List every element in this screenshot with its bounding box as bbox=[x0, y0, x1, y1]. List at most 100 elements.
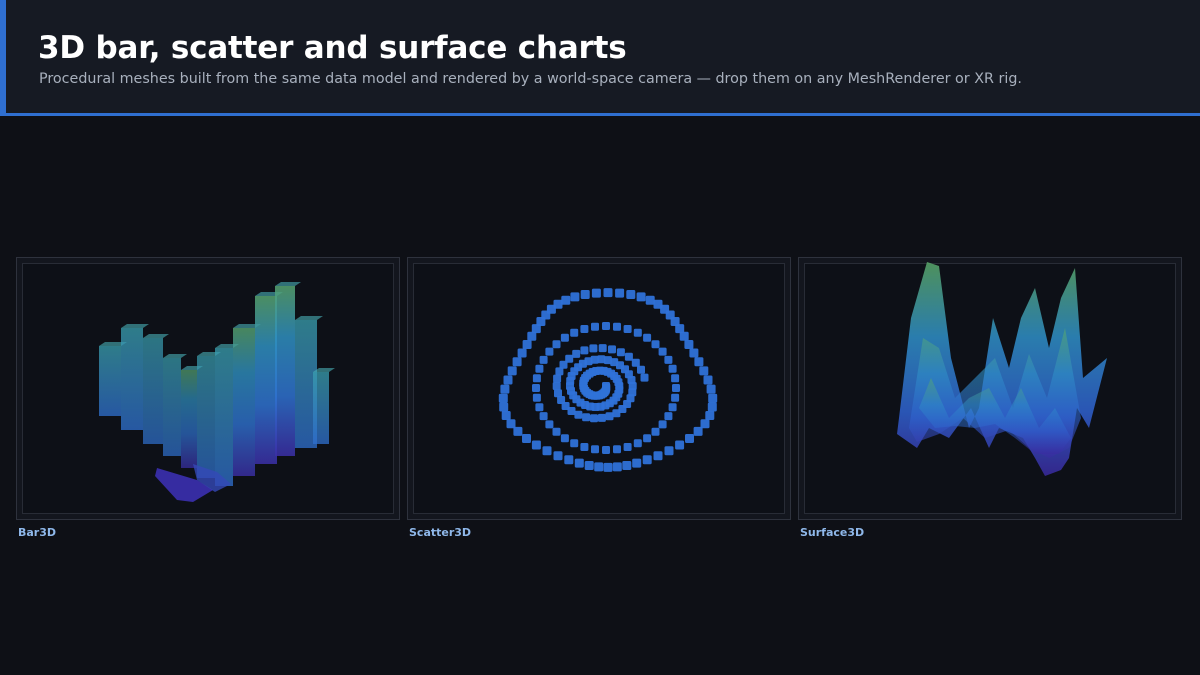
scatter-point bbox=[527, 331, 537, 341]
scatter-point bbox=[706, 384, 716, 394]
scatter-point bbox=[554, 389, 562, 398]
scatter-point bbox=[624, 352, 633, 361]
scatter-point bbox=[705, 411, 715, 420]
surface3d-panel[interactable] bbox=[798, 257, 1182, 520]
scatter-point bbox=[640, 373, 649, 382]
scatter-point bbox=[590, 414, 598, 423]
bar3d-panel[interactable] bbox=[16, 257, 400, 520]
bar-mark bbox=[197, 356, 215, 478]
scatter-point bbox=[580, 290, 590, 299]
scatter-point bbox=[633, 328, 642, 337]
scatter-point bbox=[675, 440, 685, 450]
scatter-point bbox=[699, 366, 709, 376]
scatter-point bbox=[539, 412, 548, 421]
scatter-point bbox=[591, 322, 599, 331]
scatter-point bbox=[693, 426, 703, 436]
bar-mark bbox=[181, 370, 197, 468]
scatter-point bbox=[636, 292, 646, 302]
scatter3d-render bbox=[498, 288, 718, 472]
scatter-point bbox=[613, 322, 621, 331]
scatter-point bbox=[684, 340, 694, 349]
scatter-point bbox=[694, 357, 704, 367]
scatter-point bbox=[616, 348, 625, 357]
bar-top bbox=[295, 316, 323, 320]
bar-mark bbox=[99, 346, 121, 416]
scatter-point bbox=[689, 348, 699, 358]
scatter-point bbox=[643, 434, 652, 443]
scatter-point bbox=[570, 328, 579, 337]
scatter-point bbox=[708, 393, 718, 403]
scatter-point bbox=[580, 325, 589, 333]
scatter-point bbox=[608, 345, 616, 354]
scatter-point bbox=[552, 340, 561, 349]
scatter-point bbox=[658, 347, 667, 356]
bar-top bbox=[143, 334, 169, 338]
bar-mark bbox=[233, 328, 255, 476]
accent-bar bbox=[0, 0, 6, 116]
scatter-point bbox=[594, 462, 604, 472]
scatter-point bbox=[642, 455, 652, 465]
scatter-point bbox=[675, 324, 685, 334]
scatter-point bbox=[570, 439, 579, 448]
scatter3d-panel[interactable] bbox=[407, 257, 791, 520]
scatter-point bbox=[535, 403, 544, 412]
surface3d-render bbox=[897, 262, 1107, 476]
scatter-point bbox=[679, 331, 689, 341]
bar-mark bbox=[255, 296, 277, 464]
scatter-point bbox=[498, 393, 508, 403]
bar-mark bbox=[215, 348, 233, 486]
scatter-point bbox=[570, 292, 580, 302]
scatter-point bbox=[703, 375, 713, 385]
bar-mark bbox=[163, 358, 181, 456]
scatter-point bbox=[668, 403, 677, 412]
scatter-point bbox=[552, 382, 561, 390]
scatter-point bbox=[560, 333, 569, 342]
scatter-point bbox=[603, 462, 613, 472]
scatter-point bbox=[626, 290, 636, 299]
scatter-point bbox=[580, 346, 589, 355]
scatter-point bbox=[605, 412, 614, 421]
scatter-point bbox=[512, 357, 522, 367]
scatter-point bbox=[591, 445, 599, 454]
scatter-point bbox=[645, 295, 655, 305]
header: 3D bar, scatter and surface charts Proce… bbox=[0, 0, 1200, 116]
bar3d-caption: Bar3D bbox=[18, 526, 57, 539]
scatter-point bbox=[597, 413, 606, 422]
scatter-point bbox=[603, 288, 613, 298]
scatter-point bbox=[565, 354, 574, 363]
scatter-point bbox=[553, 374, 562, 383]
scatter-point bbox=[612, 462, 622, 472]
scatter-point bbox=[499, 402, 509, 412]
scatter-point bbox=[572, 349, 581, 358]
scatter-point bbox=[615, 288, 625, 298]
bar-mark bbox=[121, 328, 143, 430]
scatter-point bbox=[651, 340, 660, 349]
scatter-point bbox=[582, 413, 591, 422]
scatter-point bbox=[574, 458, 584, 468]
scatter-point bbox=[522, 340, 532, 349]
scatter-point bbox=[637, 365, 645, 374]
scatter-point bbox=[651, 427, 660, 436]
scatter-point bbox=[664, 355, 673, 364]
scatter-point bbox=[602, 322, 610, 330]
scatter-point bbox=[553, 299, 563, 309]
scatter-point bbox=[503, 375, 513, 385]
scatter-point bbox=[672, 384, 680, 392]
bar-mark bbox=[313, 372, 329, 444]
scatter-point bbox=[532, 384, 540, 392]
scatter-point bbox=[545, 420, 554, 429]
scatter-point bbox=[671, 374, 680, 383]
scatter-point bbox=[564, 455, 574, 465]
scatter-point bbox=[517, 348, 527, 358]
scatter-point bbox=[700, 419, 710, 429]
bar-mark bbox=[143, 338, 163, 444]
scatter-point bbox=[545, 347, 554, 356]
scatter-point bbox=[623, 443, 632, 451]
scatter-point bbox=[501, 411, 511, 420]
scatter-point bbox=[531, 440, 541, 450]
scatter-point bbox=[623, 325, 632, 333]
scatter-point bbox=[584, 461, 594, 470]
scatter-point bbox=[671, 393, 680, 402]
scatter-point bbox=[574, 410, 583, 419]
scatter-point bbox=[542, 446, 552, 456]
